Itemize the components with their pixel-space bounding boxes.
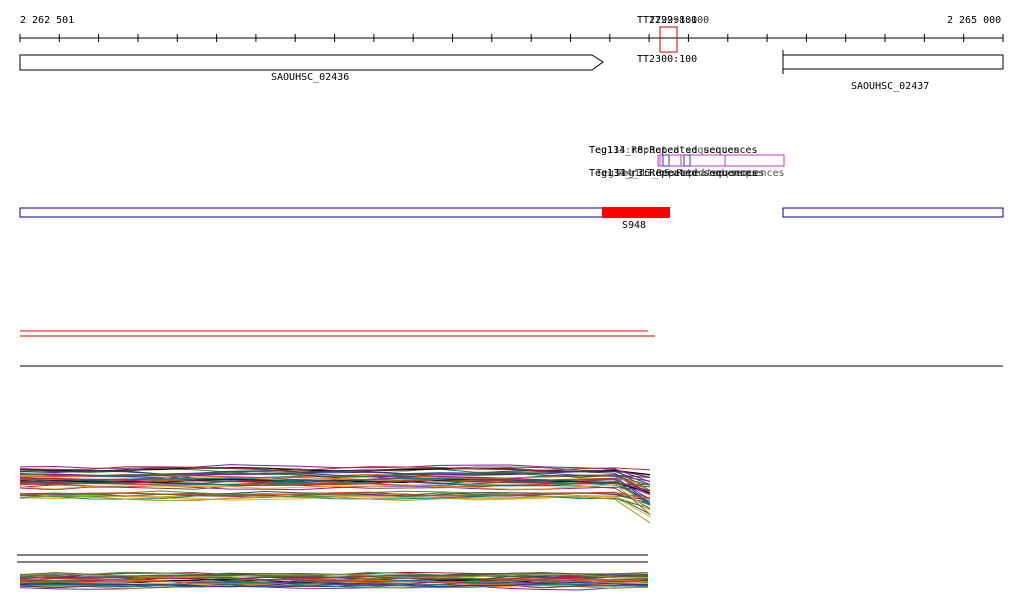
feature-s948[interactable] [602, 207, 670, 218]
gene-arrow-reverse[interactable] [783, 54, 1004, 70]
coverage-bundle-top [19, 464, 651, 524]
terminator-track[interactable]: TT2299:100 TT2298:100 TT2300:100 [637, 15, 709, 65]
gene-label-saouhsc-02436: SAOUHSC_02436 [271, 72, 349, 83]
feature-s948-label: S948 [622, 220, 646, 231]
feature-outline-left[interactable] [19, 207, 604, 218]
repeat-box-5[interactable] [683, 154, 691, 167]
coverage-bundle-bottom [19, 571, 649, 591]
gene-track: SAOUHSC_02436 SAOUHSC_02437 [19, 50, 1004, 92]
repeat-label-bottom-3: Teg113_r5:Repeated sequences [616, 168, 785, 179]
coverage-line [19, 495, 651, 510]
gene-saouhsc-02437[interactable]: SAOUHSC_02437 [782, 50, 1004, 92]
terminator-box[interactable] [659, 26, 678, 53]
gene-label-saouhsc-02437: SAOUHSC_02437 [851, 81, 929, 92]
genome-browser-view: 2 262 501 2 265 000 TT2299:100 TT2298:10… [17, 15, 1004, 591]
scale-start-label: 2 262 501 [20, 15, 74, 26]
gene-saouhsc-02436[interactable]: SAOUHSC_02436 [19, 54, 604, 83]
repeat-box-4[interactable] [680, 154, 726, 167]
feature-outline-right[interactable] [782, 207, 1004, 218]
scale-ruler: 2 262 501 2 265 000 [19, 15, 1004, 42]
scale-end-label: 2 265 000 [947, 15, 1001, 26]
repeat-label-top-2: Teg113:Repeated sequences [589, 145, 740, 156]
repeat-box-3[interactable] [662, 154, 670, 167]
coverage-line [19, 495, 651, 524]
terminator-label-3: TT2300:100 [637, 54, 697, 65]
feature-track: S948 [19, 207, 1004, 231]
repeat-box-1[interactable] [657, 154, 785, 167]
terminator-label-2: TT2298:100 [649, 15, 709, 26]
gene-arrow-forward[interactable] [19, 54, 604, 71]
repeat-track[interactable]: Teg134_r8:Repeated sequences Teg113:Repe… [589, 145, 785, 179]
red-read-track [20, 330, 655, 337]
